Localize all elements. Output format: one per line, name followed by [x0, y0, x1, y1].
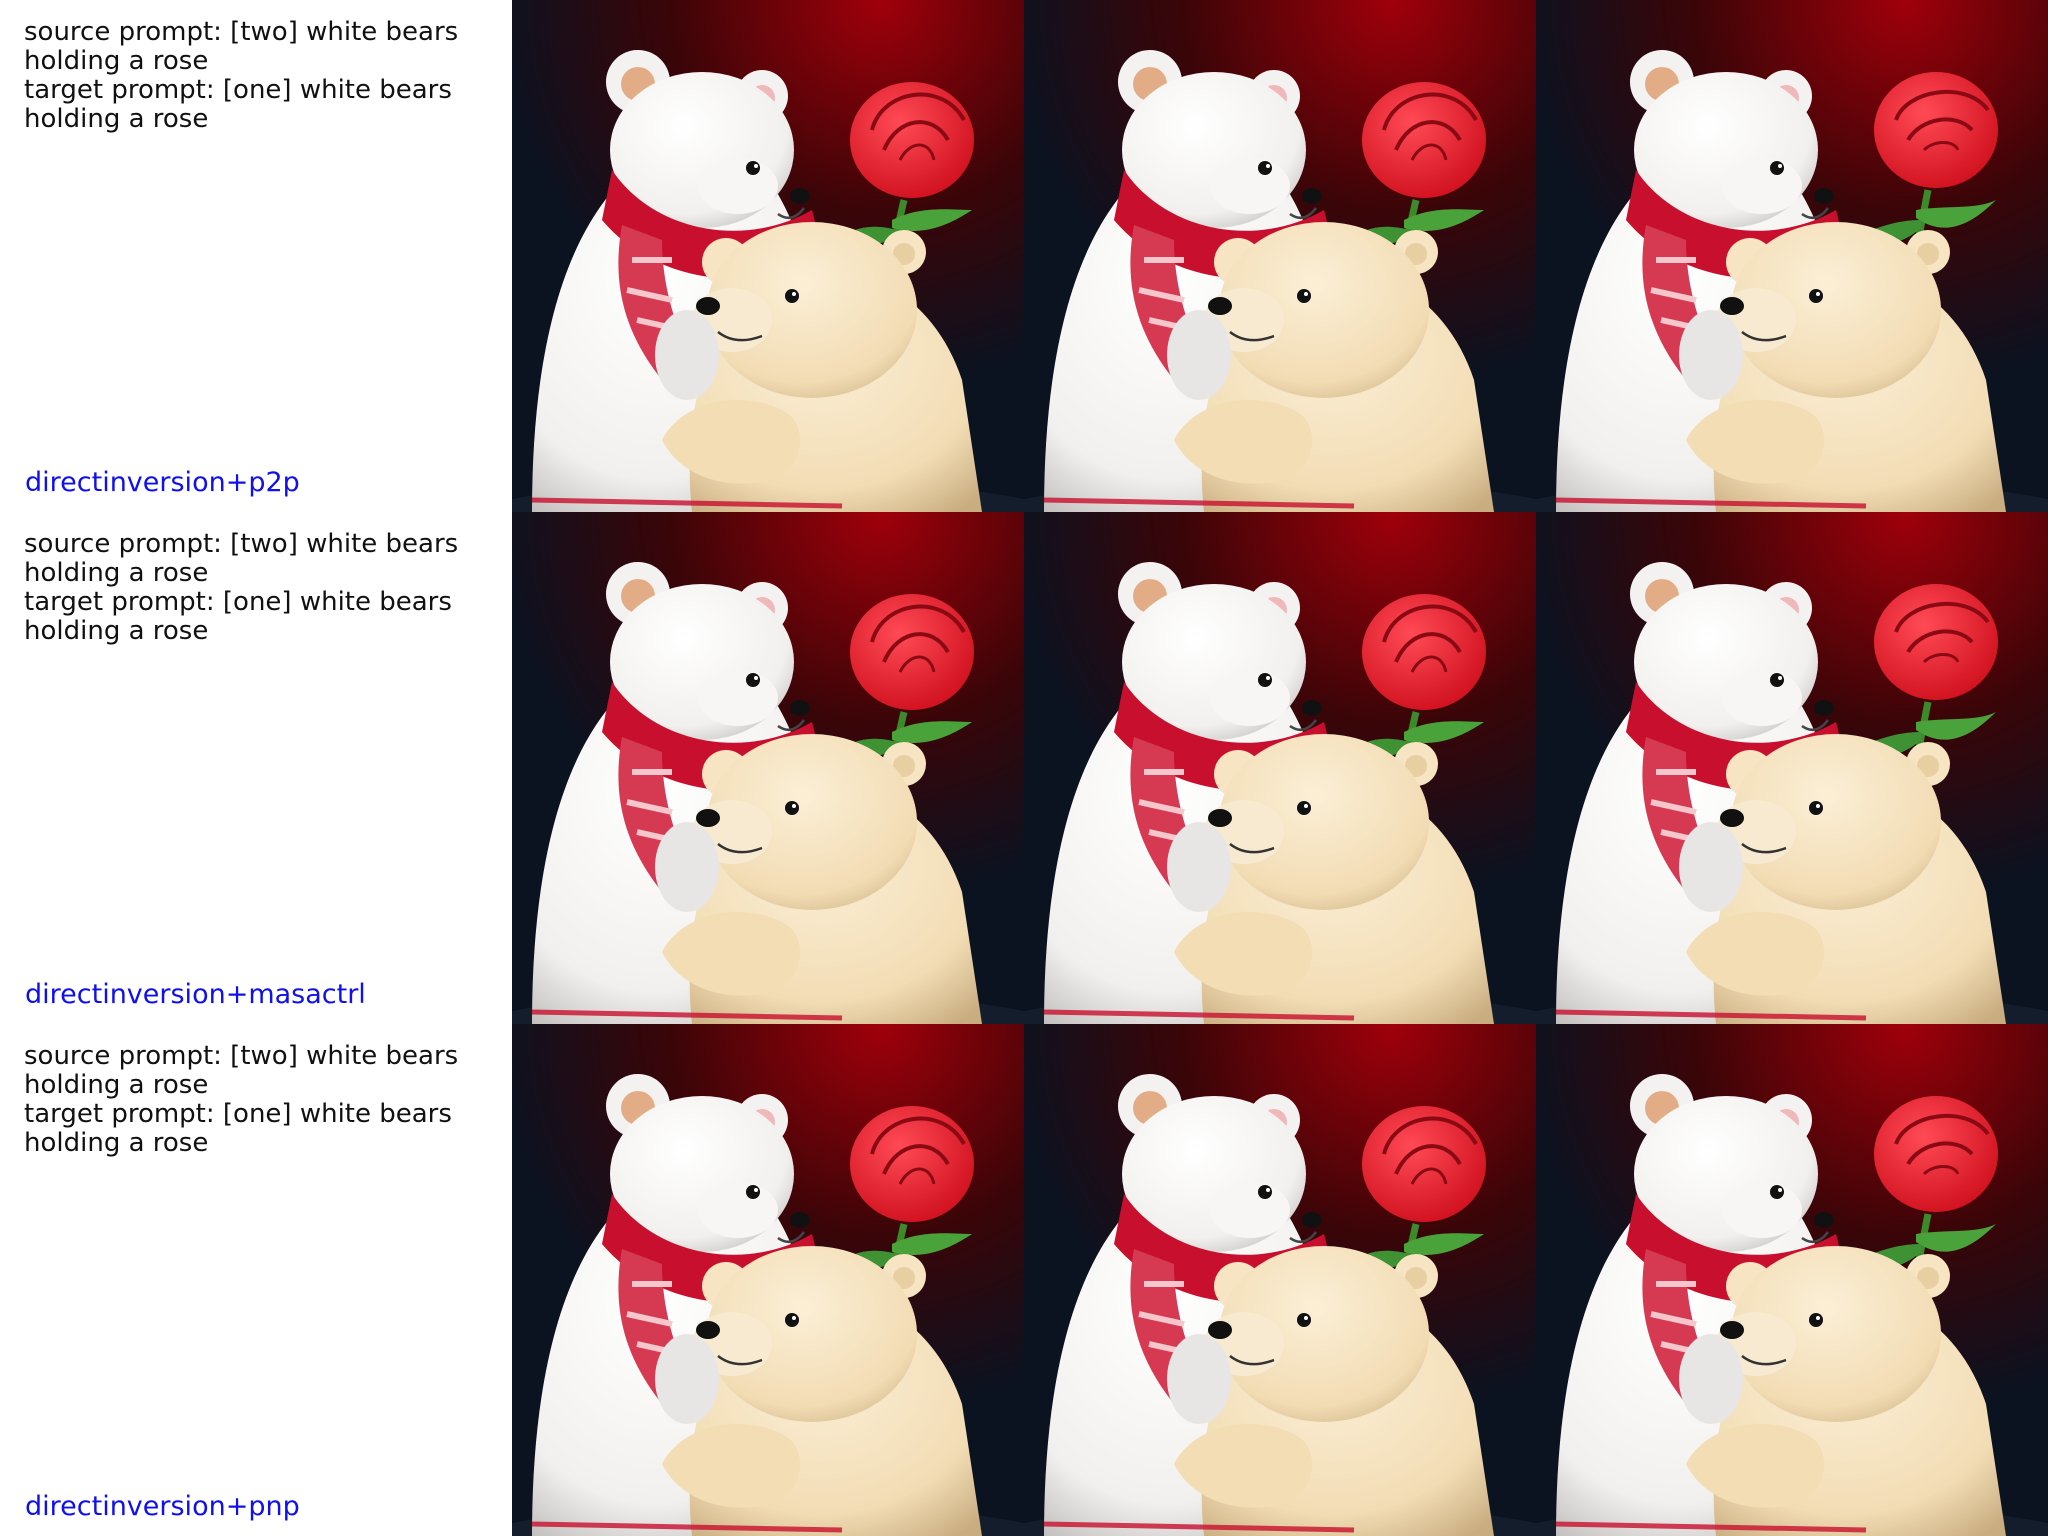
prompt-text: source prompt: [two] white bears holding…	[24, 529, 459, 646]
result-row-3: source prompt: [two] white bears holding…	[0, 1024, 2048, 1536]
source-image	[512, 0, 1024, 512]
edited-image	[1536, 1024, 2048, 1536]
prompt-text: source prompt: [two] white bears holding…	[24, 1041, 459, 1158]
source-image	[512, 512, 1024, 1024]
source-image	[512, 1024, 1024, 1536]
reconstruction-image	[1024, 1024, 1536, 1536]
result-row-2: source prompt: [two] white bears holding…	[0, 512, 2048, 1024]
result-row-1: source prompt: [two] white bears holding…	[0, 0, 2048, 512]
method-label: directinversion+masactrl	[25, 979, 366, 1010]
method-label: directinversion+p2p	[25, 467, 300, 498]
edited-image	[1536, 512, 2048, 1024]
prompt-text: source prompt: [two] white bears holding…	[24, 17, 459, 134]
row-caption: source prompt: [two] white bears holding…	[0, 1024, 512, 1536]
method-label: directinversion+pnp	[25, 1491, 300, 1522]
edited-image	[1536, 0, 2048, 512]
reconstruction-image	[1024, 512, 1536, 1024]
row-caption: source prompt: [two] white bears holding…	[0, 512, 512, 1024]
reconstruction-image	[1024, 0, 1536, 512]
row-caption: source prompt: [two] white bears holding…	[0, 0, 512, 512]
